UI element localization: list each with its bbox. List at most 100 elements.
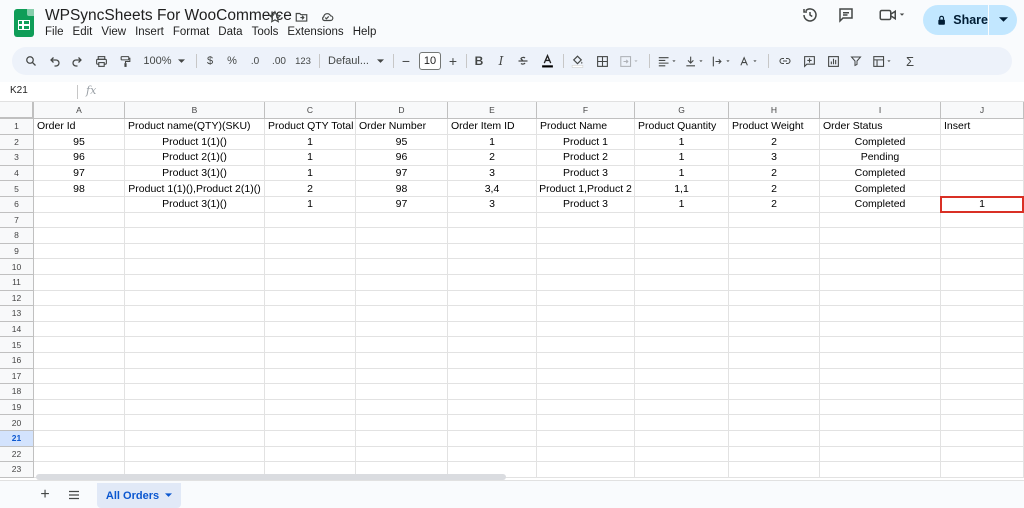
cell-i2[interactable]: Completed: [820, 134, 941, 151]
cell-h16[interactable]: [729, 353, 820, 369]
column-header-g[interactable]: G: [635, 102, 729, 119]
cell-i4[interactable]: Completed: [820, 165, 941, 182]
increase-decimal-button[interactable]: .00: [267, 47, 291, 75]
cell-f8[interactable]: [537, 228, 635, 244]
cell-i8[interactable]: [820, 228, 941, 244]
cell-e20[interactable]: [448, 415, 537, 431]
cell-f6[interactable]: Product 3: [537, 197, 635, 213]
cell-g17[interactable]: [635, 368, 729, 385]
cell-j2[interactable]: [941, 134, 1024, 151]
cell-h1[interactable]: Product Weight: [729, 119, 820, 135]
comments-icon[interactable]: [835, 4, 857, 26]
cell-d16[interactable]: [356, 353, 448, 369]
cell-a19[interactable]: [34, 399, 125, 416]
cell-j12[interactable]: [941, 290, 1024, 307]
cell-h15[interactable]: [729, 337, 820, 353]
vertical-align-icon[interactable]: [682, 47, 708, 75]
cell-h20[interactable]: [729, 415, 820, 431]
cell-d15[interactable]: [356, 337, 448, 353]
share-dropdown-chevron-icon[interactable]: [989, 17, 1017, 23]
cell-h9[interactable]: [729, 243, 820, 260]
cell-a4[interactable]: 97: [34, 165, 125, 182]
functions-sigma-icon[interactable]: Σ: [902, 47, 918, 75]
cell-i1[interactable]: Order Status: [820, 119, 941, 135]
cell-i23[interactable]: [820, 462, 941, 478]
cell-a10[interactable]: [34, 259, 125, 275]
cell-e10[interactable]: [448, 259, 537, 275]
cell-d19[interactable]: [356, 399, 448, 416]
cell-i11[interactable]: [820, 275, 941, 291]
cell-i20[interactable]: [820, 415, 941, 431]
cell-e15[interactable]: [448, 337, 537, 353]
cell-f13[interactable]: [537, 306, 635, 322]
menu-tools[interactable]: Tools: [252, 26, 284, 38]
sheets-logo-icon[interactable]: [14, 9, 34, 37]
cell-f5[interactable]: Product 1,Product 2: [537, 181, 635, 197]
cell-j4[interactable]: [941, 165, 1024, 182]
cell-d7[interactable]: [356, 212, 448, 229]
cell-e21[interactable]: [448, 431, 537, 447]
cell-h19[interactable]: [729, 399, 820, 416]
cell-h5[interactable]: 2: [729, 181, 820, 197]
cell-d10[interactable]: [356, 259, 448, 275]
cell-g15[interactable]: [635, 337, 729, 353]
cell-b7[interactable]: [125, 212, 265, 229]
cell-d1[interactable]: Order Number: [356, 119, 448, 135]
sheet-tab-all-orders[interactable]: All Orders: [97, 483, 181, 508]
cell-h8[interactable]: [729, 228, 820, 244]
cell-h22[interactable]: [729, 446, 820, 463]
column-header-c[interactable]: C: [265, 102, 356, 119]
menu-help[interactable]: Help: [353, 26, 382, 38]
cell-i13[interactable]: [820, 306, 941, 322]
undo-icon[interactable]: [46, 47, 64, 75]
row-header-12[interactable]: 12: [0, 290, 34, 307]
cell-g22[interactable]: [635, 446, 729, 463]
cell-f14[interactable]: [537, 321, 635, 338]
paint-format-icon[interactable]: [116, 47, 134, 75]
cell-d8[interactable]: [356, 228, 448, 244]
cell-i18[interactable]: [820, 384, 941, 400]
bold-button[interactable]: B: [472, 47, 486, 75]
all-sheets-list-icon[interactable]: [64, 485, 84, 505]
cell-g8[interactable]: [635, 228, 729, 244]
cell-c5[interactable]: 2: [265, 181, 356, 197]
cell-f7[interactable]: [537, 212, 635, 229]
sheet-tab-chevron-down-icon[interactable]: [165, 493, 173, 498]
cell-d21[interactable]: [356, 431, 448, 447]
decrease-font-size-icon[interactable]: −: [399, 47, 413, 75]
column-header-f[interactable]: F: [537, 102, 635, 119]
cell-d22[interactable]: [356, 446, 448, 463]
cell-e5[interactable]: 3,4: [448, 181, 537, 197]
cell-i7[interactable]: [820, 212, 941, 229]
cell-b6[interactable]: Product 3(1)(): [125, 197, 265, 213]
insert-comment-icon[interactable]: [801, 47, 817, 75]
cell-a1[interactable]: Order Id: [34, 119, 125, 135]
cell-c11[interactable]: [265, 275, 356, 291]
cell-c2[interactable]: 1: [265, 134, 356, 151]
cell-a21[interactable]: [34, 431, 125, 447]
cell-j19[interactable]: [941, 399, 1024, 416]
font-size-input[interactable]: 10: [419, 52, 441, 70]
cell-a9[interactable]: [34, 243, 125, 260]
text-rotation-icon[interactable]: [736, 47, 762, 75]
cell-b17[interactable]: [125, 368, 265, 385]
cell-j23[interactable]: [941, 462, 1024, 478]
merge-cells-icon[interactable]: [617, 47, 643, 75]
cell-c20[interactable]: [265, 415, 356, 431]
zoom-select[interactable]: 100%: [140, 47, 188, 75]
cell-g10[interactable]: [635, 259, 729, 275]
cell-j14[interactable]: [941, 321, 1024, 338]
row-header-11[interactable]: 11: [0, 275, 34, 291]
cell-e19[interactable]: [448, 399, 537, 416]
cell-f10[interactable]: [537, 259, 635, 275]
cell-e22[interactable]: [448, 446, 537, 463]
cell-g12[interactable]: [635, 290, 729, 307]
row-header-6[interactable]: 6: [0, 197, 34, 213]
cell-e18[interactable]: [448, 384, 537, 400]
cell-d5[interactable]: 98: [356, 181, 448, 197]
cell-g13[interactable]: [635, 306, 729, 322]
cell-i10[interactable]: [820, 259, 941, 275]
cell-j15[interactable]: [941, 337, 1024, 353]
cell-j7[interactable]: [941, 212, 1024, 229]
filter-icon[interactable]: [848, 47, 864, 75]
